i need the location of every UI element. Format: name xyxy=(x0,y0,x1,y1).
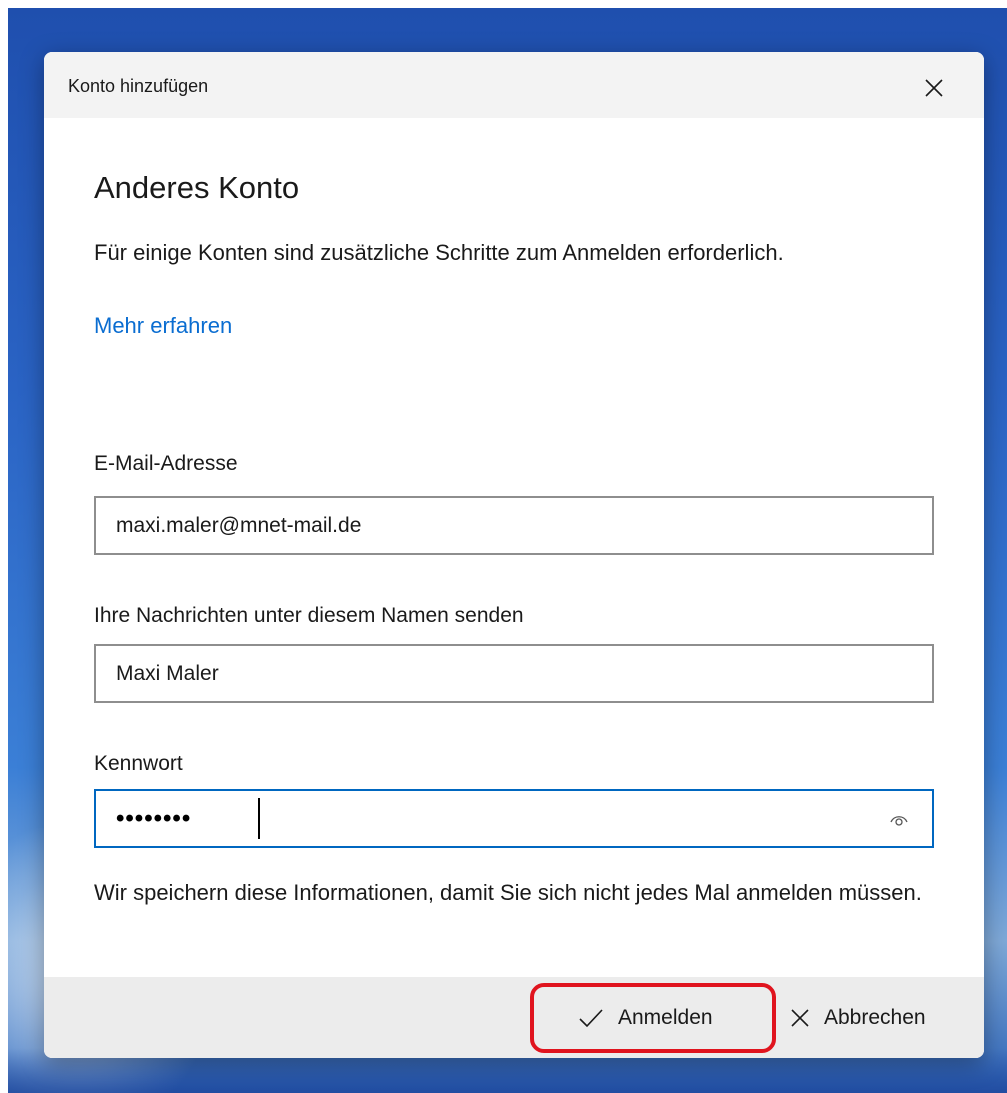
close-icon xyxy=(925,79,943,97)
password-field[interactable]: •••••••• xyxy=(94,789,934,848)
checkmark-icon xyxy=(579,1008,603,1027)
text-caret xyxy=(258,798,260,839)
display-name-field[interactable] xyxy=(116,646,876,701)
email-label: E-Mail-Adresse xyxy=(94,452,238,475)
email-field[interactable] xyxy=(116,498,876,553)
display-name-field-container xyxy=(94,644,934,703)
reveal-password-button[interactable] xyxy=(888,809,910,831)
page-title: Anderes Konto xyxy=(94,170,300,205)
cancel-button[interactable]: Abbrechen xyxy=(790,977,926,1058)
email-field-container xyxy=(94,496,934,555)
info-note: Wir speichern diese Informationen, damit… xyxy=(94,880,922,905)
dialog-footer: Anmelden Abbrechen xyxy=(44,977,984,1058)
sign-in-label: Anmelden xyxy=(618,1005,713,1029)
password-label: Kennwort xyxy=(94,752,183,775)
close-icon xyxy=(791,1008,809,1027)
learn-more-link[interactable]: Mehr erfahren xyxy=(94,313,232,339)
title-bar: Konto hinzufügen xyxy=(44,52,984,118)
description-text: Für einige Konten sind zusätzliche Schri… xyxy=(94,240,784,265)
sign-in-button[interactable]: Anmelden xyxy=(578,977,713,1058)
display-name-label: Ihre Nachrichten unter diesem Namen send… xyxy=(94,604,524,627)
close-button[interactable] xyxy=(910,68,958,108)
cancel-label: Abbrechen xyxy=(824,1005,926,1029)
add-account-dialog: Konto hinzufügen Anderes Konto Für einig… xyxy=(44,52,984,1058)
password-masked-value: •••••••• xyxy=(116,805,192,832)
dialog-title: Konto hinzufügen xyxy=(68,76,209,96)
eye-icon xyxy=(890,816,908,826)
